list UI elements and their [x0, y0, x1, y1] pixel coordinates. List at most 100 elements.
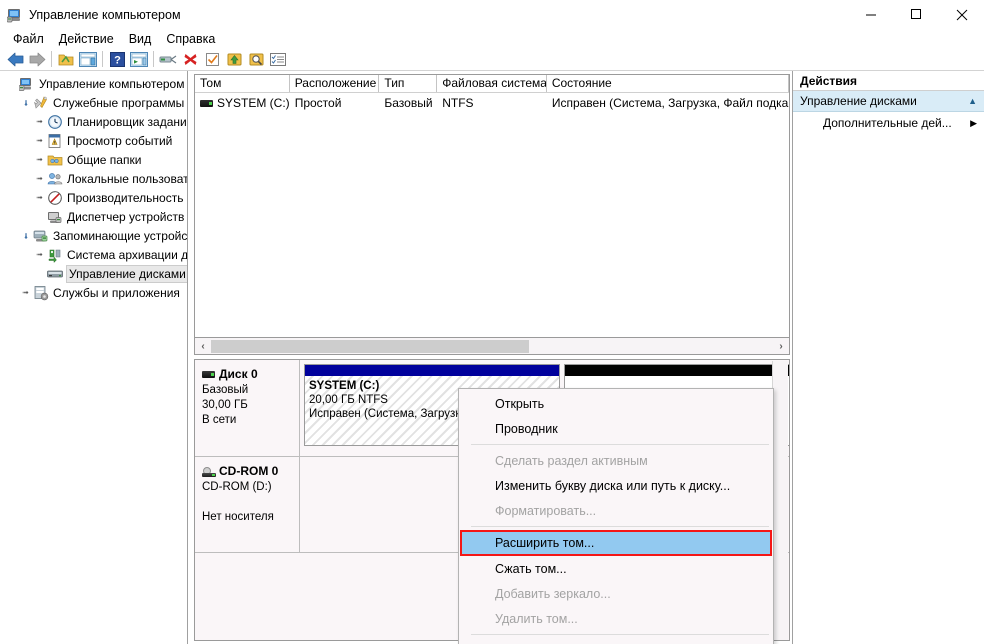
disk-spacer: [202, 495, 299, 510]
tree-item-7[interactable]: Диспетчер устройств: [0, 207, 187, 226]
menu-file[interactable]: Файл: [7, 31, 53, 47]
tree-item-9[interactable]: ➟ Система архивации да: [0, 245, 187, 264]
volume-cell-layout: Простой: [294, 95, 342, 110]
tree-item-label: Система архивации да: [67, 247, 188, 262]
storage-icon: [33, 228, 49, 244]
chevron-right-icon[interactable]: ➟: [32, 136, 47, 145]
delete-icon[interactable]: [179, 49, 201, 70]
context-menu-item-6[interactable]: Сжать том...: [459, 556, 773, 581]
chevron-up-icon[interactable]: ▲: [968, 96, 977, 106]
computer-icon: [18, 76, 35, 92]
tree-item-0[interactable]: Управление компьютером (л: [0, 74, 187, 93]
volume-column-header-2[interactable]: Тип: [379, 75, 438, 92]
maximize-button[interactable]: [894, 0, 939, 29]
disk-management-icon: [47, 266, 63, 282]
menu-help[interactable]: Справка: [160, 31, 224, 47]
volume-list-header: Том Расположение Тип Файловая система Состоя…: [195, 75, 789, 93]
chevron-right-icon[interactable]: ➟: [32, 250, 47, 259]
volume-cell-volume: SYSTEM (C:): [195, 96, 290, 110]
tree-item-6[interactable]: ➟ Производительность: [0, 188, 187, 207]
context-menu-item-9[interactable]: Свойства: [459, 638, 773, 644]
tree-item-8[interactable]: ➟ Запоминающие устройст: [0, 226, 187, 245]
up-folder-icon[interactable]: [55, 49, 77, 70]
event-viewer-icon: [47, 133, 63, 149]
disk-state: В сети: [202, 414, 237, 426]
tree-item-label: Производительность: [67, 190, 184, 205]
volume-list-horizontal-scrollbar[interactable]: ‹ ›: [194, 338, 790, 355]
context-menu-item-1[interactable]: Проводник: [459, 416, 773, 441]
chevron-right-icon[interactable]: ➟: [32, 155, 47, 164]
chevron-right-icon[interactable]: ➟: [32, 117, 47, 126]
disk-info-1[interactable]: CD-ROM 0 CD-ROM (D:) Нет носителя: [195, 457, 300, 552]
volume-column-header-1[interactable]: Расположение: [290, 75, 380, 92]
tree-item-2[interactable]: ➟ Планировщик заданий: [0, 112, 187, 131]
chevron-down-icon[interactable]: ➟: [18, 99, 33, 107]
disk-info-0[interactable]: Диск 0 Базовый 30,00 ГБ В сети: [195, 360, 300, 456]
tree-item-5[interactable]: ➟ Локальные пользовате: [0, 169, 187, 188]
actions-section-disk-management[interactable]: Управление дисками ▲: [793, 91, 984, 112]
tree-item-11[interactable]: ➟ Службы и приложения: [0, 283, 187, 302]
chevron-right-icon[interactable]: ➟: [32, 193, 47, 202]
tree-item-label: Диспетчер устройств: [67, 209, 185, 224]
disk-name: CD-ROM 0: [219, 464, 279, 478]
chevron-right-icon: ▶: [970, 117, 977, 128]
volume-column-header-4[interactable]: Состояние: [547, 75, 789, 92]
close-button[interactable]: [939, 0, 984, 29]
tree-item-label: Просмотр событий: [67, 133, 173, 148]
title-bar: Управление компьютером: [0, 0, 984, 29]
show-tree-icon[interactable]: [77, 49, 99, 70]
tree-item-1[interactable]: ➟ Служебные программы: [0, 93, 187, 112]
actions-item-label: Дополнительные дей...: [823, 116, 952, 130]
context-menu-item-3[interactable]: Изменить букву диска или путь к диску...: [459, 473, 773, 498]
disk-name: Диск 0: [219, 367, 258, 381]
menu-bar: Файл Действие Вид Справка: [0, 29, 984, 48]
check-icon[interactable]: [201, 49, 223, 70]
context-menu-item-5[interactable]: Расширить том...: [460, 530, 772, 556]
tools-icon: [33, 95, 49, 111]
computer-management-icon: [6, 7, 23, 23]
context-menu-item-8: Удалить том...: [495, 611, 578, 626]
backup-icon: [47, 247, 63, 263]
volume-cell-filesystem: NTFS: [442, 95, 474, 110]
list-scroll-track[interactable]: [211, 339, 773, 354]
disk-size: 30,00 ГБ: [202, 399, 248, 411]
volume-column-header-3[interactable]: Файловая система: [437, 75, 547, 92]
svg-text:?: ?: [114, 54, 121, 66]
show-console-icon[interactable]: [128, 49, 150, 70]
chevron-right-icon[interactable]: ➟: [18, 288, 33, 297]
console-tree-panel: Управление компьютером (л ➟ Служебные прог…: [0, 71, 188, 644]
graphical-view-vertical-scrollbar[interactable]: [772, 361, 788, 640]
menu-action[interactable]: Действие: [53, 31, 123, 47]
tree-item-3[interactable]: ➟ Просмотр событий: [0, 131, 187, 150]
chevron-down-icon[interactable]: ➟: [18, 232, 33, 240]
list-scroll-right-arrow[interactable]: ›: [773, 339, 789, 354]
volume-column-header-0[interactable]: Том: [195, 75, 290, 92]
search-icon[interactable]: [245, 49, 267, 70]
cdrom-icon: [202, 466, 216, 477]
back-icon[interactable]: [4, 49, 26, 70]
properties-icon[interactable]: [267, 49, 289, 70]
table-row[interactable]: SYSTEM (C:) Простой Базовый NTFS Исправен (С…: [195, 93, 789, 112]
actions-header: Действия: [793, 71, 984, 91]
list-scroll-thumb[interactable]: [211, 339, 529, 353]
connect-icon[interactable]: [157, 49, 179, 70]
partition-color-bar: [565, 365, 789, 376]
minimize-button[interactable]: [849, 0, 894, 29]
context-menu-item-4: Форматировать...: [495, 503, 597, 518]
tree-item-10[interactable]: Управление дисками: [0, 264, 187, 283]
services-icon: [33, 285, 49, 301]
disk-kind: Базовый: [202, 384, 249, 396]
export-icon[interactable]: [223, 49, 245, 70]
forward-icon[interactable]: [26, 49, 48, 70]
chevron-right-icon[interactable]: ➟: [32, 174, 47, 183]
window-title: Управление компьютером: [29, 7, 181, 22]
actions-item-more-actions[interactable]: Дополнительные дей... ▶: [793, 112, 984, 134]
disk-icon: [202, 371, 215, 378]
help-icon[interactable]: ?: [106, 49, 128, 70]
volume-cell-type: Базовый: [384, 95, 433, 110]
tree-item-4[interactable]: ➟ Общие папки: [0, 150, 187, 169]
list-scroll-left-arrow[interactable]: ‹: [195, 339, 211, 354]
toolbar-separator: [153, 51, 154, 67]
context-menu-item-0[interactable]: Открыть: [459, 391, 773, 416]
menu-view[interactable]: Вид: [123, 31, 161, 47]
